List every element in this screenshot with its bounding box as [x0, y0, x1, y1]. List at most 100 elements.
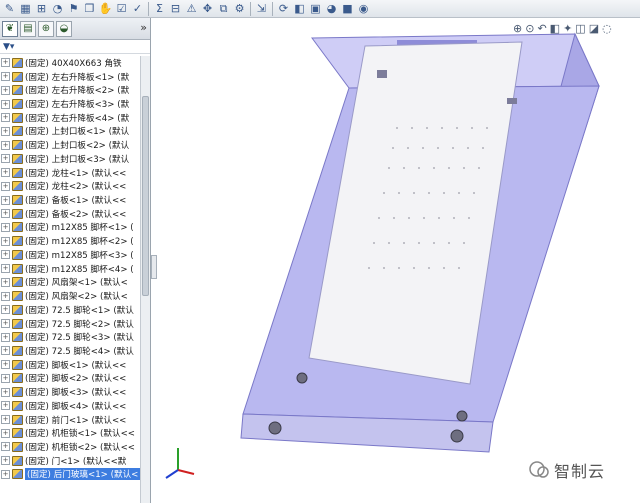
expand-icon[interactable]: +: [1, 250, 10, 260]
tree-item[interactable]: + (固定) 左右升降板<3> (默: [0, 97, 140, 111]
expand-icon[interactable]: +: [1, 140, 10, 150]
tree-item[interactable]: + (固定) 脚板<1> (默认<<: [0, 358, 140, 372]
expand-icon[interactable]: +: [1, 113, 10, 123]
hand-icon[interactable]: ✋: [98, 1, 113, 16]
expand-icon[interactable]: +: [1, 264, 10, 274]
tree-item[interactable]: + (固定) 门<1> (默认<<默: [0, 454, 140, 468]
tree-item[interactable]: + (固定) 72.5 脚轮<2> (默认: [0, 317, 140, 331]
expand-icon[interactable]: +: [1, 319, 10, 329]
tree-item[interactable]: + (固定) 前门<1> (默认<<: [0, 413, 140, 427]
scene-icon[interactable]: ◉: [356, 1, 371, 16]
rotate-icon[interactable]: ⟳: [276, 1, 291, 16]
check-box-icon[interactable]: ☑: [114, 1, 129, 16]
expand-icon[interactable]: +: [1, 99, 10, 109]
copy-icon[interactable]: ❐: [82, 1, 97, 16]
mirror-icon[interactable]: ⊟: [168, 1, 183, 16]
expand-icon[interactable]: +: [1, 373, 10, 383]
expand-icon[interactable]: +: [1, 387, 10, 397]
tree-item-config: (默认<<: [100, 442, 135, 453]
watermark-text: 智制云: [554, 462, 606, 481]
warning-icon[interactable]: ⚠: [184, 1, 199, 16]
color-icon[interactable]: ■: [340, 1, 355, 16]
property-manager-tab-icon[interactable]: ▤: [20, 20, 36, 37]
expand-icon[interactable]: +: [1, 154, 10, 164]
sum-icon[interactable]: Σ: [152, 1, 167, 16]
expand-icon[interactable]: +: [1, 209, 10, 219]
part-icon: [12, 167, 23, 178]
tree-item[interactable]: + (固定) 72.5 脚轮<4> (默认: [0, 344, 140, 358]
check-icon[interactable]: ✓: [130, 1, 145, 16]
tree-item[interactable]: + (固定) m12X85 脚杯<2> (: [0, 234, 140, 248]
expand-icon[interactable]: +: [1, 181, 10, 191]
expand-icon[interactable]: +: [1, 415, 10, 425]
configuration-manager-tab-icon[interactable]: ⊕: [38, 20, 54, 37]
tree-item[interactable]: + (固定) 脚板<4> (默认<<: [0, 399, 140, 413]
flag-icon[interactable]: ⚑: [66, 1, 81, 16]
tree-item[interactable]: + (固定) 备板<1> (默认<<: [0, 193, 140, 207]
tree-filter[interactable]: ▼▾: [0, 40, 150, 54]
pattern-icon[interactable]: ⧉: [216, 1, 231, 16]
graphics-viewport[interactable]: ⊕ ⊙ ↶ ◧ ✦ ◫ ◪ ◌: [157, 18, 640, 503]
tree-scrollbar[interactable]: [140, 56, 150, 503]
tree-item[interactable]: + (固定) m12X85 脚杯<3> (: [0, 248, 140, 262]
tree-item[interactable]: + (固定) 机柜锁<2> (默认<<: [0, 440, 140, 454]
tree-item[interactable]: + (固定) 左右升降板<2> (默: [0, 83, 140, 97]
tree-item[interactable]: + (固定) 龙柱<1> (默认<<: [0, 166, 140, 180]
tree-item[interactable]: + (固定) 脚板<2> (默认<<: [0, 372, 140, 386]
tree-item[interactable]: + (固定) 脚板<3> (默认<<: [0, 385, 140, 399]
expand-icon[interactable]: +: [1, 126, 10, 136]
tree-item[interactable]: + (固定) 左右升降板<4> (默: [0, 111, 140, 125]
tree-item[interactable]: + (固定) 上封口板<2> (默认: [0, 138, 140, 152]
move-icon[interactable]: ✥: [200, 1, 215, 16]
expand-icon[interactable]: +: [1, 346, 10, 356]
expand-icon[interactable]: +: [1, 456, 10, 466]
expand-icon[interactable]: +: [1, 277, 10, 287]
tree-item-state: (固定): [25, 100, 49, 111]
expand-icon[interactable]: +: [1, 360, 10, 370]
display-manager-tab-icon[interactable]: ◒: [56, 20, 72, 37]
tree-item[interactable]: + (固定) 机柜锁<1> (默认<<: [0, 426, 140, 440]
tree-item[interactable]: + (固定) 40X40X663 角铁: [0, 56, 140, 70]
tree-item[interactable]: + (固定) 后门玻璃<1> (默认<: [0, 468, 140, 482]
tree-item[interactable]: + (固定) 备板<2> (默认<<: [0, 207, 140, 221]
sketch-icon[interactable]: ✎: [2, 1, 17, 16]
explode-icon[interactable]: ⇲: [254, 1, 269, 16]
expand-icon[interactable]: +: [1, 442, 10, 452]
expand-icon[interactable]: +: [1, 222, 10, 232]
tree-item-state: (固定): [25, 415, 49, 426]
expand-icon[interactable]: +: [1, 332, 10, 342]
expand-icon[interactable]: +: [1, 401, 10, 411]
expand-icon[interactable]: +: [1, 428, 10, 438]
expand-icon[interactable]: +: [1, 58, 10, 68]
scrollbar-thumb[interactable]: [142, 96, 149, 296]
insert-component-icon[interactable]: ⊞: [34, 1, 49, 16]
box-icon[interactable]: ▣: [308, 1, 323, 16]
tree-item[interactable]: + (固定) 风扇架<2> (默认<: [0, 289, 140, 303]
more-tabs-button[interactable]: »: [140, 21, 147, 34]
cabinet-model[interactable]: [157, 18, 640, 503]
expand-icon[interactable]: +: [1, 469, 10, 479]
expand-icon[interactable]: +: [1, 291, 10, 301]
tree-item[interactable]: + (固定) 上封口板<3> (默认: [0, 152, 140, 166]
tree-item[interactable]: + (固定) 龙柱<2> (默认<<: [0, 179, 140, 193]
tree-item[interactable]: + (固定) 风扇架<1> (默认<: [0, 276, 140, 290]
section-icon[interactable]: ◧: [292, 1, 307, 16]
tree-item[interactable]: + (固定) m12X85 脚杯<1> (: [0, 221, 140, 235]
measure-icon[interactable]: ◔: [50, 1, 65, 16]
smart-fastener-icon[interactable]: ⚙: [232, 1, 247, 16]
table-icon[interactable]: ▦: [18, 1, 33, 16]
tree-item[interactable]: + (固定) 上封口板<1> (默认: [0, 125, 140, 139]
feature-tree-tab-icon[interactable]: ❦: [2, 20, 18, 37]
expand-icon[interactable]: +: [1, 195, 10, 205]
tree-item[interactable]: + (固定) 72.5 脚轮<1> (默认: [0, 303, 140, 317]
part-icon: [12, 428, 23, 439]
expand-icon[interactable]: +: [1, 85, 10, 95]
tree-item[interactable]: + (固定) m12X85 脚杯<4> (: [0, 262, 140, 276]
tree-item[interactable]: + (固定) 左右升降板<1> (默: [0, 70, 140, 84]
appearance-icon[interactable]: ◕: [324, 1, 339, 16]
expand-icon[interactable]: +: [1, 168, 10, 178]
tree-item[interactable]: + (固定) 72.5 脚轮<3> (默认: [0, 330, 140, 344]
expand-icon[interactable]: +: [1, 305, 10, 315]
expand-icon[interactable]: +: [1, 236, 10, 246]
expand-icon[interactable]: +: [1, 72, 10, 82]
